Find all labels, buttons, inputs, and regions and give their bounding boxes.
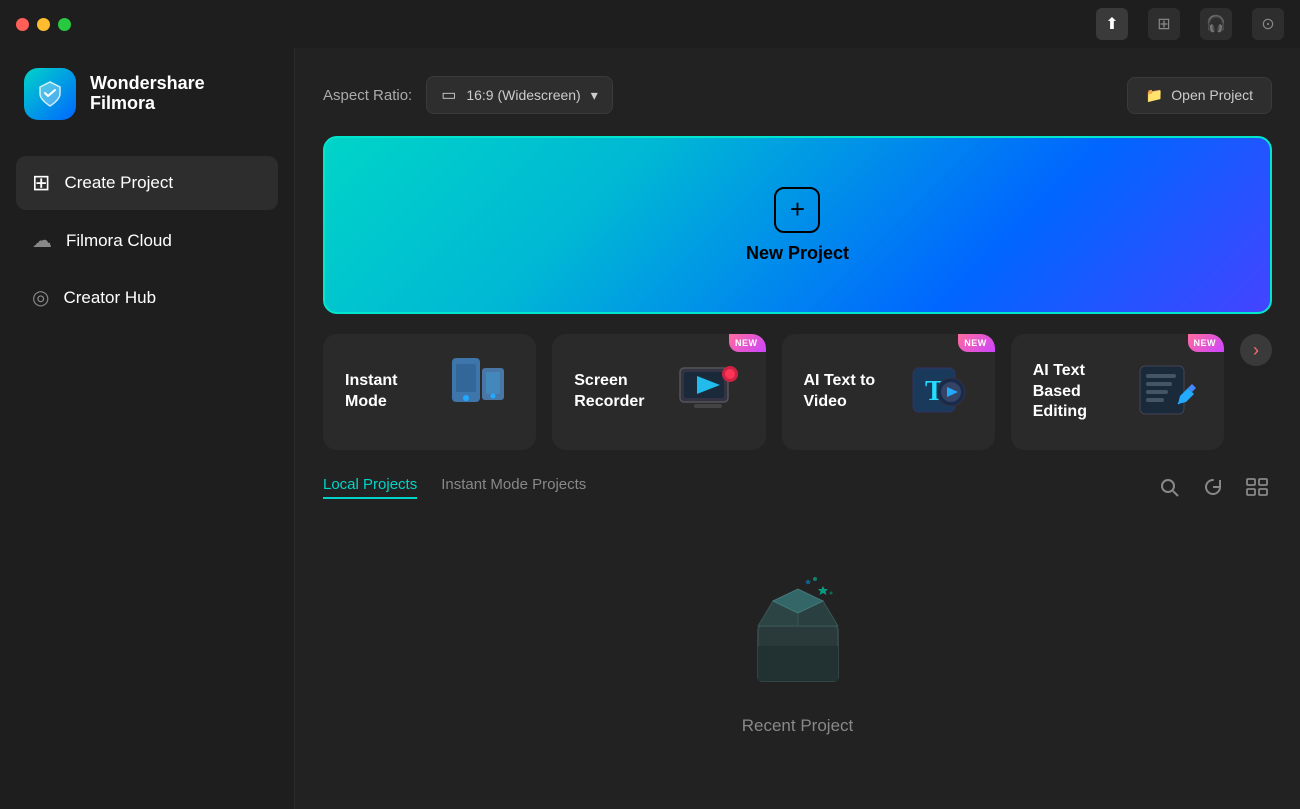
ai-text-to-video-label: AI Text to Video (804, 371, 901, 413)
open-project-button[interactable]: 📁 Open Project (1127, 77, 1272, 114)
new-project-plus-icon: + (774, 187, 820, 233)
empty-state: Recent Project (323, 522, 1272, 785)
quick-action-screen-recorder[interactable]: NEW Screen Recorder (552, 334, 765, 450)
sidebar-nav: ⊞ Create Project ☁ Filmora Cloud ◎ Creat… (16, 156, 278, 324)
screen-recorder-badge: NEW (729, 334, 766, 352)
screen-recorder-icon (672, 354, 744, 431)
ai-text-based-editing-icon (1130, 354, 1202, 431)
new-project-content: + New Project (746, 187, 849, 264)
ai-text-to-video-icon: T (901, 354, 973, 431)
aspect-ratio-label: Aspect Ratio: (323, 87, 412, 104)
instant-mode-label: Instant Mode (345, 371, 442, 413)
screen-recorder-label: Screen Recorder (574, 371, 671, 413)
ai-text-based-editing-badge: NEW (1188, 334, 1225, 352)
refresh-button[interactable] (1198, 472, 1228, 502)
empty-state-text: Recent Project (742, 716, 854, 736)
grid-icon[interactable]: ⊞ (1148, 8, 1180, 40)
brand: Wondershare Filmora (16, 68, 278, 120)
quick-action-ai-text-to-video[interactable]: NEW AI Text to Video T (782, 334, 995, 450)
projects-section: Local Projects Instant Mode Projects (323, 472, 1272, 785)
search-button[interactable] (1154, 472, 1184, 502)
main-layout: Wondershare Filmora ⊞ Create Project ☁ F… (0, 48, 1300, 809)
sidebar-item-label-filmora-cloud: Filmora Cloud (66, 231, 172, 251)
ai-text-based-editing-label: AI Text Based Editing (1033, 361, 1130, 423)
brand-name-line1: Wondershare (90, 74, 205, 94)
cloud-icon: ☁ (32, 228, 52, 253)
new-project-label: New Project (746, 243, 849, 264)
hub-icon: ◎ (32, 285, 49, 310)
view-mode-button[interactable] (1242, 472, 1272, 502)
screen-icon: ▭ (441, 85, 456, 105)
sidebar-item-filmora-cloud[interactable]: ☁ Filmora Cloud (16, 214, 278, 267)
aspect-ratio-section: Aspect Ratio: ▭ 16:9 (Widescreen) ▾ (323, 76, 613, 114)
projects-tabs: Local Projects Instant Mode Projects (323, 476, 586, 499)
settings-icon[interactable]: ⊙ (1252, 8, 1284, 40)
headset-icon[interactable]: 🎧 (1200, 8, 1232, 40)
instant-mode-icon (442, 350, 514, 435)
minimize-button[interactable] (37, 18, 50, 31)
ai-text-to-video-badge: NEW (958, 334, 995, 352)
projects-header: Local Projects Instant Mode Projects (323, 472, 1272, 502)
folder-icon: 📁 (1146, 87, 1163, 104)
quick-actions: Instant Mode NEW Screen Recorder (323, 334, 1272, 450)
sidebar-item-label-create-project: Create Project (64, 173, 173, 193)
plus-icon: ⊞ (32, 170, 50, 196)
sidebar-item-label-creator-hub: Creator Hub (63, 288, 156, 308)
sidebar: Wondershare Filmora ⊞ Create Project ☁ F… (0, 48, 295, 809)
aspect-ratio-select[interactable]: ▭ 16:9 (Widescreen) ▾ (426, 76, 613, 114)
brand-text: Wondershare Filmora (90, 74, 205, 114)
empty-box-icon (733, 571, 863, 696)
titlebar-actions: ⬆ ⊞ 🎧 ⊙ (1096, 8, 1284, 40)
maximize-button[interactable] (58, 18, 71, 31)
titlebar: ⬆ ⊞ 🎧 ⊙ (0, 0, 1300, 48)
top-bar: Aspect Ratio: ▭ 16:9 (Widescreen) ▾ 📁 Op… (323, 76, 1272, 114)
tab-local-projects[interactable]: Local Projects (323, 476, 417, 499)
traffic-lights (16, 18, 71, 31)
content-area: Aspect Ratio: ▭ 16:9 (Widescreen) ▾ 📁 Op… (295, 48, 1300, 809)
upload-icon[interactable]: ⬆ (1096, 8, 1128, 40)
quick-action-ai-text-based-editing[interactable]: NEW AI Text Based Editing (1011, 334, 1224, 450)
sidebar-item-creator-hub[interactable]: ◎ Creator Hub (16, 271, 278, 324)
quick-action-instant-mode[interactable]: Instant Mode (323, 334, 536, 450)
close-button[interactable] (16, 18, 29, 31)
brand-logo (24, 68, 76, 120)
tab-instant-mode-projects[interactable]: Instant Mode Projects (441, 476, 586, 499)
next-arrow-button[interactable]: › (1240, 334, 1272, 366)
brand-name-line2: Filmora (90, 94, 205, 114)
aspect-ratio-value: 16:9 (Widescreen) (466, 87, 580, 103)
sidebar-item-create-project[interactable]: ⊞ Create Project (16, 156, 278, 210)
new-project-banner[interactable]: + New Project (323, 136, 1272, 314)
projects-actions (1154, 472, 1272, 502)
open-project-label: Open Project (1171, 87, 1253, 103)
chevron-down-icon: ▾ (591, 87, 598, 104)
